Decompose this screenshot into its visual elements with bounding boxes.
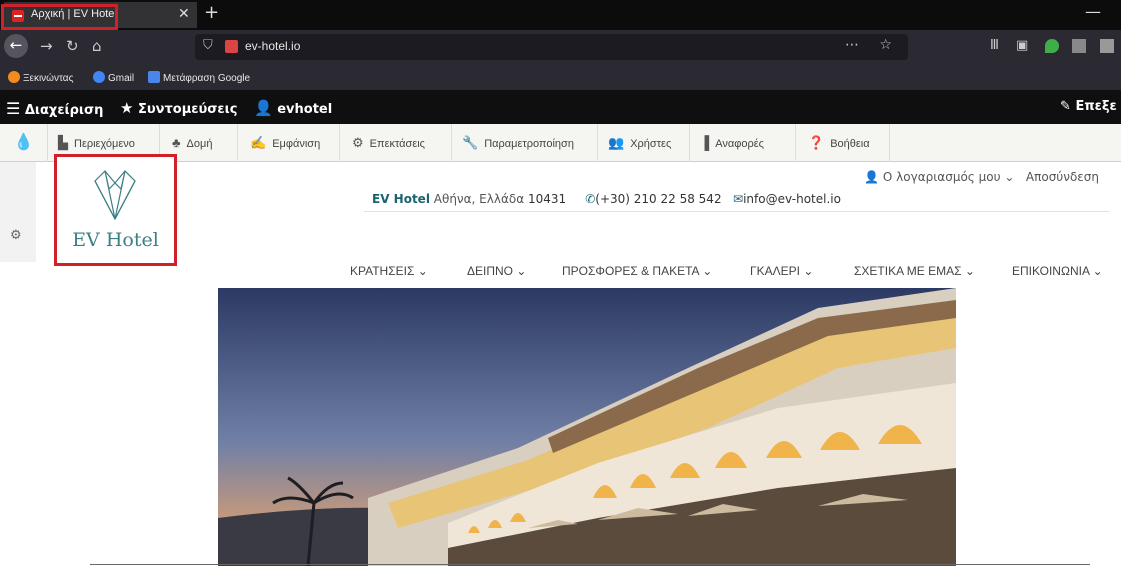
tab-reports[interactable]: ▐ Αναφορές bbox=[690, 124, 796, 162]
email-text[interactable]: info@ev-hotel.io bbox=[743, 192, 841, 206]
account-extension-icon[interactable] bbox=[1100, 39, 1114, 53]
logo-text: EV Hotel bbox=[72, 229, 159, 251]
logout-link[interactable]: Αποσύνδεση bbox=[1026, 170, 1099, 184]
bookmark-getting-started[interactable]: Ξεκινώντας bbox=[8, 71, 73, 84]
shield-extension-icon[interactable] bbox=[1045, 39, 1059, 53]
gear-icon[interactable]: ⚙ bbox=[10, 228, 22, 243]
tab-appearance[interactable]: ✍ Εμφάνιση bbox=[238, 124, 340, 162]
shortcuts-menu[interactable]: ★ Συντομεύσεις bbox=[120, 99, 237, 117]
hero-image bbox=[218, 288, 956, 566]
menu-about-us[interactable]: ΣΧΕΤΙΚΑ ΜΕ ΕΜΑΣ ⌄ bbox=[854, 264, 975, 278]
hamburger-icon: ☰ bbox=[6, 99, 21, 118]
hotel-night-photo bbox=[218, 288, 956, 566]
document-icon: ▙ bbox=[58, 135, 68, 150]
new-tab-icon[interactable]: + bbox=[204, 2, 219, 23]
chevron-down-icon: ⌄ bbox=[964, 264, 975, 278]
bookmarks-bar: Ξεκινώντας Gmail Μετάφραση Google bbox=[0, 64, 1121, 90]
browser-toolbar: ← → ↻ ⌂ ⛉ ev-hotel.io ⋯ ☆ Ⅲ ▣ bbox=[0, 30, 1121, 64]
tab-people[interactable]: 👥 Χρήστες bbox=[598, 124, 690, 162]
manage-menu[interactable]: ☰ Διαχείριση bbox=[6, 99, 103, 118]
contact-info: EV Hotel Αθήνα, Ελλάδα 10431 ✆(+30) 210 … bbox=[372, 192, 841, 206]
url-text[interactable]: ev-hotel.io bbox=[245, 39, 300, 53]
chevron-down-icon: ⌄ bbox=[417, 264, 428, 278]
mail-icon: ✉ bbox=[733, 192, 744, 206]
chevron-down-icon: ⌄ bbox=[516, 264, 527, 278]
content-divider bbox=[90, 564, 1090, 565]
menu-offers-packages[interactable]: ΠΡΟΣΦΟΡΕΣ & ΠΑΚΕΤΑ ⌄ bbox=[562, 264, 712, 278]
minimize-window-icon[interactable]: — bbox=[1085, 2, 1101, 21]
user-icon: 👤 bbox=[254, 99, 273, 117]
header-divider bbox=[364, 211, 1110, 212]
pencil-icon: ✎ bbox=[1060, 99, 1071, 114]
tab-extend[interactable]: ⚙ Επεκτάσεις bbox=[340, 124, 452, 162]
reload-icon[interactable]: ↻ bbox=[66, 37, 79, 55]
chevron-down-icon: ⌄ bbox=[1004, 170, 1015, 184]
extension-icon[interactable] bbox=[1072, 39, 1086, 53]
phone-icon: ✆ bbox=[585, 192, 596, 206]
annotation-highlight bbox=[1, 4, 118, 30]
menu-bookings[interactable]: ΚΡΑΤΗΣΕΙΣ ⌄ bbox=[350, 264, 428, 278]
paintbrush-icon: ✍ bbox=[250, 135, 267, 150]
contextual-sidebar: ⚙ bbox=[0, 162, 36, 262]
address-text: Αθήνα, Ελλάδα bbox=[433, 192, 525, 206]
bookmark-google-translate[interactable]: Μετάφραση Google bbox=[148, 71, 250, 84]
help-icon: ❓ bbox=[808, 135, 825, 150]
menu-gallery[interactable]: ΓΚΑΛΕΡΙ ⌄ bbox=[750, 264, 813, 278]
brand-name: EV Hotel bbox=[372, 192, 430, 206]
library-icon[interactable]: Ⅲ bbox=[990, 37, 999, 55]
sitemap-icon: ♣ bbox=[172, 135, 181, 150]
menu-contact[interactable]: ΕΠΙΚΟΙΝΩΝΙΑ ⌄ bbox=[1012, 264, 1103, 278]
people-icon: 👥 bbox=[608, 135, 625, 150]
chevron-down-icon: ⌄ bbox=[1092, 264, 1103, 278]
puzzle-icon: ⚙ bbox=[352, 135, 364, 150]
close-tab-icon[interactable]: ✕ bbox=[178, 6, 190, 22]
tracking-shield-icon[interactable]: ⛉ bbox=[203, 38, 213, 53]
firefox-icon bbox=[8, 71, 20, 83]
admin-toolbar: ☰ Διαχείριση ★ Συντομεύσεις 👤 evhotel ✎ … bbox=[0, 90, 1121, 124]
edit-toggle[interactable]: ✎ Επεξε bbox=[1060, 99, 1117, 114]
back-arrow-icon[interactable]: ← bbox=[4, 34, 28, 58]
sidebar-icon[interactable]: ▣ bbox=[1016, 37, 1028, 55]
diamond-logo-icon bbox=[94, 170, 136, 221]
chevron-down-icon: ⌄ bbox=[803, 264, 814, 278]
menu-dinner[interactable]: ΔΕΙΠΝΟ ⌄ bbox=[467, 264, 526, 278]
account-links: 👤 Ο λογαριασμός μου ⌄ Αποσύνδεση bbox=[864, 170, 1099, 184]
bar-chart-icon: ▐ bbox=[700, 135, 710, 150]
page-favicon-icon bbox=[225, 40, 238, 53]
browser-tab-bar: Αρχική | EV Hotel ✕ + — bbox=[0, 0, 1121, 30]
site-logo[interactable]: EV Hotel bbox=[54, 154, 177, 266]
tab-configuration[interactable]: 🔧 Παραμετροποίηση bbox=[452, 124, 598, 162]
drupal-logo-icon[interactable]: 💧 bbox=[0, 124, 48, 162]
star-icon: ★ bbox=[120, 99, 134, 117]
user-icon: 👤 bbox=[864, 170, 880, 184]
postcode-text: 10431 bbox=[527, 192, 567, 206]
phone-text[interactable]: (+30) 210 22 58 542 bbox=[595, 192, 721, 206]
tab-help[interactable]: ❓ Βοήθεια bbox=[796, 124, 890, 162]
page-actions-icon[interactable]: ⋯ ☆ bbox=[845, 37, 900, 53]
bookmark-gmail[interactable]: Gmail bbox=[93, 71, 134, 84]
translate-icon bbox=[148, 71, 160, 83]
forward-arrow-icon[interactable]: → bbox=[40, 37, 53, 55]
chevron-down-icon: ⌄ bbox=[702, 264, 713, 278]
address-bar[interactable]: ⛉ ev-hotel.io ⋯ ☆ bbox=[195, 34, 908, 60]
user-menu[interactable]: 👤 evhotel bbox=[254, 99, 332, 117]
account-menu[interactable]: 👤 Ο λογαριασμός μου ⌄ bbox=[864, 170, 1014, 184]
google-icon bbox=[93, 71, 105, 83]
home-icon[interactable]: ⌂ bbox=[92, 37, 102, 55]
wrench-icon: 🔧 bbox=[462, 135, 479, 150]
